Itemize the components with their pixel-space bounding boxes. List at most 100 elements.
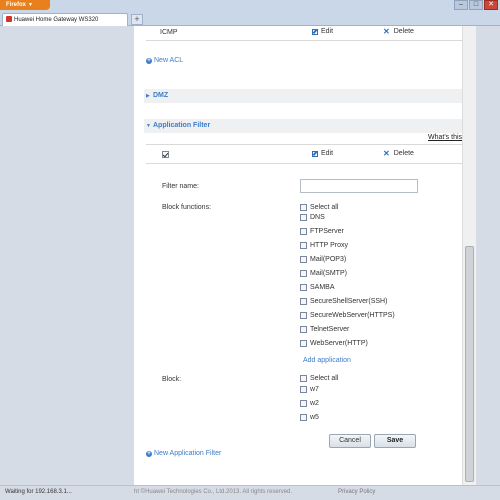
content-panel: ICMP Edit ✕ Delete + New ACL ▶ DMZ ▼ Appli… (134, 26, 476, 485)
dmz-title: DMZ (153, 92, 169, 99)
function-option-label: SecureShellServer(SSH) (310, 298, 388, 305)
function-option[interactable]: Mail(POP3) (300, 256, 346, 263)
new-application-filter-link[interactable]: + New Application Filter (146, 450, 221, 457)
function-option-label: TelnetServer (310, 326, 350, 333)
page-viewport: ICMP Edit ✕ Delete + New ACL ▶ DMZ ▼ Appli… (0, 26, 500, 485)
edit-icon (312, 28, 318, 35)
function-option[interactable]: WebServer(HTTP) (300, 340, 368, 347)
function-option[interactable]: TelnetServer (300, 326, 349, 333)
checkbox-icon (300, 400, 307, 407)
checkbox-icon (300, 340, 307, 347)
close-window-button[interactable]: ✕ (484, 0, 498, 10)
new-tab-button[interactable]: + (131, 14, 143, 25)
maximize-button[interactable]: □ (469, 0, 483, 10)
privacy-policy-link[interactable]: Privacy Policy (338, 489, 375, 495)
chevron-right-icon: ▶ (146, 93, 150, 99)
checkbox-icon (300, 414, 307, 421)
acl-delete-label: Delete (393, 28, 414, 35)
checkbox-icon (300, 204, 307, 211)
divider (146, 144, 469, 145)
acl-edit-button[interactable]: Edit (312, 28, 333, 35)
firefox-menu-button[interactable]: Firefox ▼ (0, 0, 50, 10)
delete-icon: ✕ (383, 26, 390, 36)
header-checkbox[interactable] (162, 151, 169, 159)
filter-name-input[interactable] (300, 179, 418, 193)
new-acl-link[interactable]: + New ACL (146, 57, 183, 64)
tab-huawei-gateway[interactable]: Huawei Home Gateway WS320 (2, 13, 128, 26)
filter-edit-label: Edit (321, 150, 334, 157)
filter-edit-button[interactable]: Edit (312, 150, 333, 157)
acl-delete-button[interactable]: ✕ Delete (383, 26, 414, 36)
divider (146, 163, 469, 164)
cancel-button[interactable]: Cancel (329, 434, 371, 448)
function-option-label: WebServer(HTTP) (310, 340, 368, 347)
checkbox-icon (300, 386, 307, 393)
divider (146, 40, 469, 41)
function-option[interactable]: SecureShellServer(SSH) (300, 298, 387, 305)
function-option-label: FTPServer (310, 228, 344, 235)
checkbox-icon (300, 312, 307, 319)
delete-icon: ✕ (383, 148, 390, 158)
scrollbar-thumb[interactable] (465, 246, 474, 482)
save-button[interactable]: Save (374, 434, 416, 448)
checkbox-icon (300, 214, 307, 221)
chevron-down-icon: ▼ (146, 123, 151, 129)
checkbox-icon (300, 298, 307, 305)
browser-titlebar: Firefox ▼ – □ ✕ (0, 0, 500, 12)
function-option[interactable]: Mail(SMTP) (300, 270, 347, 277)
checkbox-icon (300, 270, 307, 277)
checkbox-icon (300, 284, 307, 291)
function-option-label: SecureWebServer(HTTPS) (310, 312, 395, 319)
firefox-menu-label: Firefox (6, 2, 27, 8)
function-option[interactable]: FTPServer (300, 228, 344, 235)
checkbox-checked-icon (162, 151, 169, 158)
status-text: Waiting for 192.168.3.1... (5, 489, 72, 495)
window-controls: – □ ✕ (454, 0, 498, 10)
function-option[interactable]: SecureWebServer(HTTPS) (300, 312, 395, 319)
block-option-label: w5 (310, 414, 319, 421)
dmz-section-header[interactable]: ▶ DMZ (144, 89, 468, 103)
add-application-link[interactable]: Add application (303, 357, 351, 364)
block-option[interactable]: w5 (300, 414, 319, 421)
vertical-scrollbar[interactable] (462, 26, 476, 485)
chevron-down-icon: ▼ (28, 2, 33, 8)
function-option[interactable]: Select all (300, 204, 338, 211)
checkbox-icon (300, 375, 307, 382)
function-option-label: Mail(POP3) (310, 256, 347, 263)
block-option-label: w2 (310, 400, 319, 407)
minimize-button[interactable]: – (454, 0, 468, 10)
copyright-text: ht ©Huawei Technologies Co., Ltd.2013. A… (134, 489, 293, 495)
whats-this-link[interactable]: What's this? (428, 134, 466, 141)
app-filter-section-header[interactable]: ▼ Application Filter (144, 119, 468, 133)
filter-delete-button[interactable]: ✕ Delete (383, 148, 414, 158)
filter-name-label: Filter name: (162, 183, 199, 190)
tab-title: Huawei Home Gateway WS320 (14, 17, 99, 23)
new-acl-label: New ACL (154, 57, 184, 64)
add-icon: + (146, 57, 152, 64)
checkbox-icon (300, 242, 307, 249)
new-application-filter-label: New Application Filter (154, 450, 222, 457)
acl-edit-label: Edit (321, 28, 334, 35)
block-label: Block: (162, 376, 182, 383)
function-option[interactable]: HTTP Proxy (300, 242, 348, 249)
app-filter-title: Application Filter (153, 122, 211, 129)
edit-icon (312, 150, 318, 157)
function-option-label: SAMBA (310, 284, 335, 291)
add-icon: + (146, 450, 152, 457)
filter-delete-label: Delete (393, 150, 414, 157)
block-option[interactable]: w7 (300, 386, 319, 393)
block-option[interactable]: Select all (300, 375, 338, 382)
checkbox-icon (300, 256, 307, 263)
block-option-label: Select all (310, 375, 339, 382)
checkbox-icon (300, 326, 307, 333)
function-option[interactable]: SAMBA (300, 284, 335, 291)
function-option-label: Mail(SMTP) (310, 270, 347, 277)
acl-row-label: ICMP (160, 29, 178, 36)
function-option[interactable]: DNS (300, 214, 325, 221)
function-option-label: DNS (310, 214, 325, 221)
function-option-label: Select all (310, 204, 339, 211)
huawei-favicon-icon (6, 16, 12, 22)
checkbox-icon (300, 228, 307, 235)
block-option[interactable]: w2 (300, 400, 319, 407)
tab-bar: Huawei Home Gateway WS320 + (0, 12, 500, 26)
